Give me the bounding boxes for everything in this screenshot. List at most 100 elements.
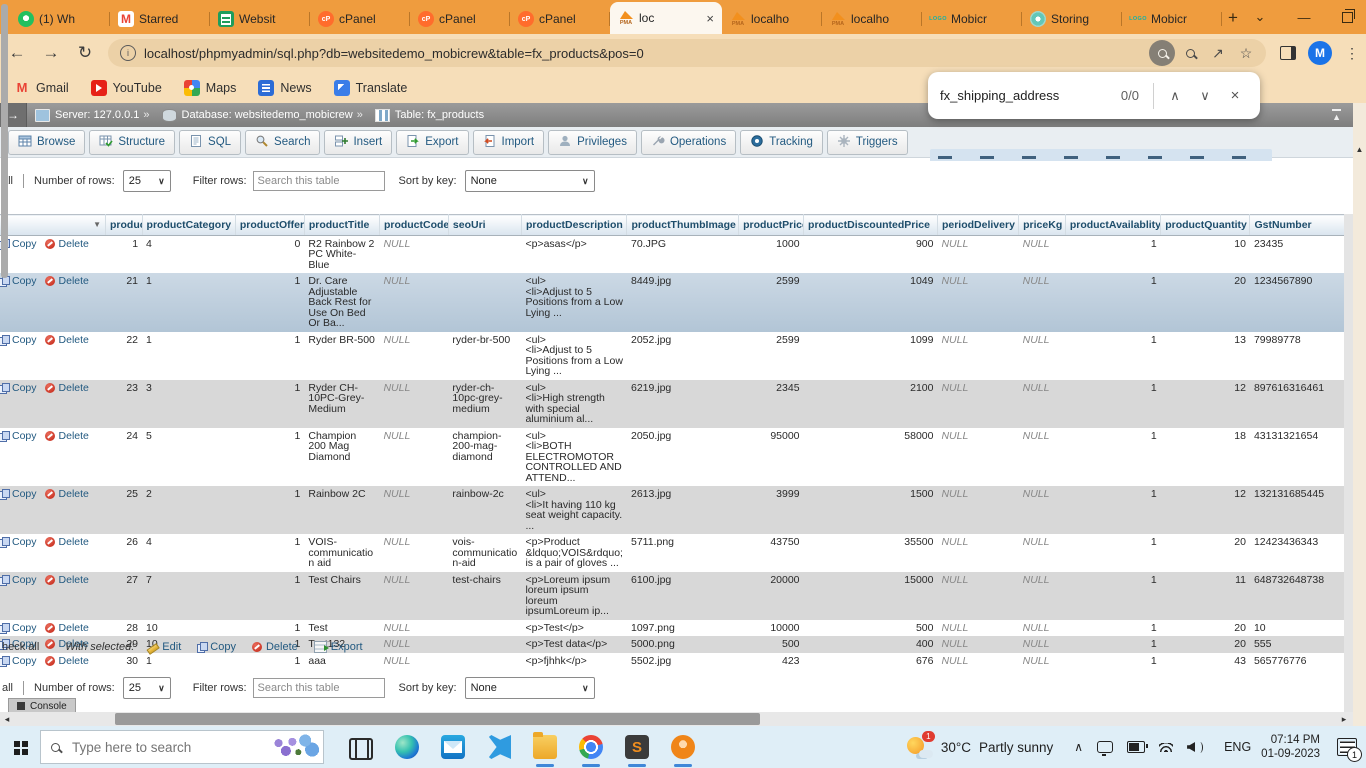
tab-search-chevron-icon[interactable]: ⌄: [1238, 0, 1282, 34]
rows-per-page-select[interactable]: 25∨: [123, 170, 171, 192]
delete-row-link[interactable]: Delete: [59, 275, 89, 287]
column-header[interactable]: productOffer: [235, 215, 304, 236]
browser-tab[interactable]: PMAlocalho: [822, 4, 922, 34]
check-all-label-cut[interactable]: heck all: [2, 641, 39, 653]
delete-row-link[interactable]: Delete: [59, 488, 89, 500]
pma-tab-export[interactable]: Export: [396, 130, 468, 155]
breadcrumb-server[interactable]: Server: 127.0.0.1: [55, 109, 139, 121]
horizontal-scrollbar[interactable]: ◂ ▸: [0, 712, 1353, 726]
pma-tab-tracking[interactable]: Tracking: [740, 130, 823, 155]
taskbar-clock[interactable]: 07:14 PM 01-09-2023: [1261, 733, 1320, 761]
copy-row-link[interactable]: Copy: [12, 488, 37, 500]
new-tab-button[interactable]: +: [1228, 5, 1238, 31]
weather-widget[interactable]: 1 30°C Partly sunny: [907, 735, 1053, 759]
column-header[interactable]: productCategory: [142, 215, 235, 236]
column-header[interactable]: seoUri: [448, 215, 521, 236]
browser-tab[interactable]: Storing: [1022, 4, 1122, 34]
pma-tab-import[interactable]: Import: [473, 130, 545, 155]
pma-tab-operations[interactable]: Operations: [641, 130, 736, 155]
column-header[interactable]: periodDelivery: [937, 215, 1018, 236]
address-bar[interactable]: i localhost/phpmyadmin/sql.php?db=websit…: [108, 39, 1266, 67]
column-header[interactable]: productDiscountedPrice: [804, 215, 938, 236]
find-close-icon[interactable]: ×: [1220, 81, 1250, 111]
table-vertical-scroll-thumb[interactable]: [1, 4, 8, 278]
battery-icon[interactable]: [1127, 741, 1145, 753]
table-vertical-scrollbar[interactable]: [1344, 214, 1353, 712]
copy-row-link[interactable]: Copy: [12, 382, 37, 394]
delete-row-link[interactable]: Delete: [59, 622, 89, 634]
share-icon[interactable]: ↗: [1204, 40, 1232, 66]
copy-row-link[interactable]: Copy: [12, 430, 37, 442]
pma-tab-search[interactable]: Search: [245, 130, 320, 155]
xampp-icon[interactable]: [671, 735, 695, 759]
breadcrumb-table[interactable]: Table: fx_products: [395, 109, 484, 121]
taskbar-search-input[interactable]: [70, 739, 234, 756]
url-text[interactable]: localhost/phpmyadmin/sql.php?db=websited…: [144, 46, 1148, 61]
scroll-left-arrow-icon[interactable]: ◂: [0, 712, 14, 726]
copy-row-link[interactable]: Copy: [12, 622, 37, 634]
wifi-icon[interactable]: [1159, 743, 1173, 752]
reload-button[interactable]: ↻: [68, 38, 102, 68]
column-header[interactable]: productCode: [379, 215, 448, 236]
browser-tab[interactable]: Websit: [210, 4, 310, 34]
column-header[interactable]: GstNumber: [1250, 215, 1348, 236]
pma-tab-structure[interactable]: Structure: [89, 130, 175, 155]
browser-tab[interactable]: (1) Wh: [10, 4, 110, 34]
taskbar-search[interactable]: [40, 730, 324, 764]
find-in-page-active-icon[interactable]: [1149, 40, 1175, 66]
copy-row-link[interactable]: Copy: [12, 536, 37, 548]
profile-avatar[interactable]: M: [1308, 41, 1332, 65]
sort-key-select[interactable]: None∨: [465, 677, 595, 699]
delete-row-link[interactable]: Delete: [59, 238, 89, 250]
pma-tab-privileges[interactable]: Privileges: [548, 130, 637, 155]
find-previous-icon[interactable]: ∧: [1160, 81, 1190, 111]
browser-tab[interactable]: cPcPanel: [410, 4, 510, 34]
copy-row-link[interactable]: Copy: [12, 574, 37, 586]
hidden-icons-chevron-icon[interactable]: ∧: [1074, 740, 1083, 754]
copy-row-link[interactable]: Copy: [12, 275, 37, 287]
column-header[interactable]: productAvailablity: [1065, 215, 1160, 236]
console-button[interactable]: Console: [8, 698, 76, 713]
pma-tab-triggers[interactable]: Triggers: [827, 130, 908, 155]
show-all-label-cut[interactable]: all: [2, 682, 13, 694]
browser-menu-icon[interactable]: ⋮: [1338, 40, 1366, 66]
column-header[interactable]: productTitle: [304, 215, 379, 236]
column-header[interactable]: productThumbImage: [627, 215, 739, 236]
column-header[interactable]: priceKg: [1019, 215, 1066, 236]
notification-center-button[interactable]: 1: [1332, 726, 1362, 768]
delete-row-link[interactable]: Delete: [59, 334, 89, 346]
tab-close-icon[interactable]: ×: [706, 11, 714, 26]
edit-selected-link[interactable]: Edit: [146, 641, 181, 653]
chrome-icon[interactable]: [579, 735, 603, 759]
delete-row-link[interactable]: Delete: [59, 536, 89, 548]
explorer-icon[interactable]: [533, 735, 557, 759]
column-header[interactable]: productPrice: [739, 215, 804, 236]
search-highlight-flowers-image[interactable]: [273, 734, 319, 760]
browser-tab[interactable]: LOGOMobicr: [1122, 4, 1222, 34]
sublime-icon[interactable]: S: [625, 735, 649, 759]
browser-tab[interactable]: cPcPanel: [310, 4, 410, 34]
scroll-up-arrow-icon[interactable]: ▲: [1353, 141, 1366, 157]
bookmark-news[interactable]: News: [258, 80, 311, 96]
browser-tab[interactable]: PMAloc×: [610, 2, 722, 34]
bookmark-translate[interactable]: Translate: [334, 80, 408, 96]
edge-icon[interactable]: [395, 735, 419, 759]
breadcrumb-database[interactable]: Database: websitedemo_mobicrew: [182, 109, 353, 121]
horizontal-scroll-thumb[interactable]: [115, 713, 760, 725]
mail-icon[interactable]: [441, 735, 465, 759]
forward-button[interactable]: →: [34, 38, 68, 68]
restore-button[interactable]: [1326, 0, 1366, 34]
minimize-button[interactable]: —: [1282, 0, 1326, 34]
vscode-icon[interactable]: [487, 735, 511, 759]
browser-tab[interactable]: PMAlocalho: [722, 4, 822, 34]
copy-row-link[interactable]: Copy: [12, 334, 37, 346]
side-panel-icon[interactable]: [1274, 40, 1302, 66]
sort-key-select[interactable]: None∨: [465, 170, 595, 192]
volume-icon[interactable]: [1187, 742, 1207, 753]
sort-options-arrow-icon[interactable]: ▼: [93, 220, 101, 231]
column-header[interactable]: productQuantity: [1161, 215, 1250, 236]
find-input[interactable]: [938, 87, 1092, 104]
browser-tab[interactable]: LOGOMobicr: [922, 4, 1022, 34]
copy-row-link[interactable]: Copy: [12, 238, 37, 250]
browser-tab[interactable]: MStarred: [110, 4, 210, 34]
